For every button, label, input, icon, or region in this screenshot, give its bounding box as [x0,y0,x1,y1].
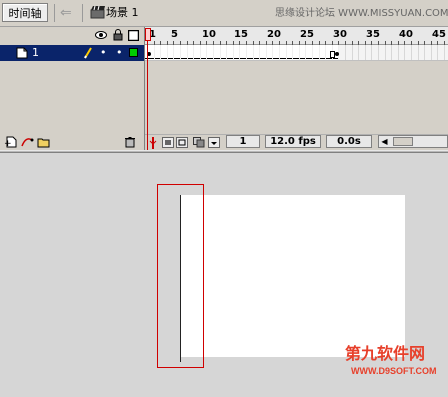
scrollbar-thumb[interactable] [393,137,413,146]
lock-dot[interactable]: • [116,47,123,59]
ruler-tick-label: 5 [171,29,178,40]
playhead-handle[interactable] [145,28,151,41]
ruler-tick-label: 45 [432,29,446,40]
add-folder-icon[interactable] [36,136,50,151]
layer-color-swatch[interactable] [129,48,138,57]
ruler-tick-label: 20 [267,29,281,40]
horizontal-scrollbar[interactable]: ◀ [378,135,448,148]
onion-skin-icon[interactable] [162,137,174,151]
toolbar-separator [82,4,83,22]
add-layer-icon[interactable]: + [4,136,17,151]
layer-name[interactable]: 1 [32,47,39,59]
scene-label[interactable]: 场景 1 [106,5,139,21]
brand-url: WWW.D9SOFT.COM [351,366,437,376]
ruler-tick-label: 35 [366,29,380,40]
frame-rate-display[interactable]: 12.0 fps [265,135,321,148]
svg-text:+: + [4,139,12,148]
scroll-left-arrow-icon[interactable]: ◀ [380,137,389,146]
lock-icon[interactable] [113,29,123,44]
ruler-tick-label: 25 [300,29,314,40]
outline-icon[interactable] [127,29,140,44]
back-arrow-icon[interactable]: ⇐ [60,4,76,22]
frame-ruler[interactable]: 1 5 10 15 20 25 30 35 40 45 [145,27,448,45]
ruler-tick-label: 10 [202,29,216,40]
trash-icon[interactable] [124,136,136,151]
visibility-dot[interactable]: • [100,47,107,59]
playhead-line [147,41,148,150]
frames-empty-area [145,61,448,134]
edit-multiple-frames-icon[interactable] [193,137,205,151]
frame-cells [145,45,448,60]
stage-canvas[interactable] [181,195,405,357]
site-watermark: 思缘设计论坛 WWW.MISSYUAN.COM [275,8,448,19]
onion-outline-icon[interactable] [176,137,188,151]
current-frame-display: 1 [226,135,260,148]
toolbar-separator [54,4,55,22]
ruler-tick-label: 30 [333,29,347,40]
brand-watermark: 第九软件网 WWW.D9SOFT.COM [345,344,445,392]
layer-row[interactable]: 1 • • [0,45,144,61]
layer-header [0,27,144,45]
timeline-toggle-button[interactable]: 时间轴 [2,3,48,22]
layer-page-icon [16,47,28,62]
ruler-tick-label: 40 [399,29,413,40]
highlight-annotation-box [157,184,204,368]
eye-icon[interactable] [95,30,107,43]
pencil-icon [83,47,93,62]
scene-clapper-icon [90,5,106,19]
layer-toolbar: + [0,134,144,150]
brand-name: 第九软件网 [345,344,426,363]
keyframe-dot[interactable] [335,52,339,56]
layer-list-area [0,61,144,134]
ruler-tick-label: 15 [234,29,248,40]
elapsed-time-display: 0.0s [326,135,372,148]
frame-row[interactable] [145,45,448,61]
modify-onion-markers-icon[interactable] [208,137,220,151]
add-motion-guide-icon[interactable] [20,136,34,151]
